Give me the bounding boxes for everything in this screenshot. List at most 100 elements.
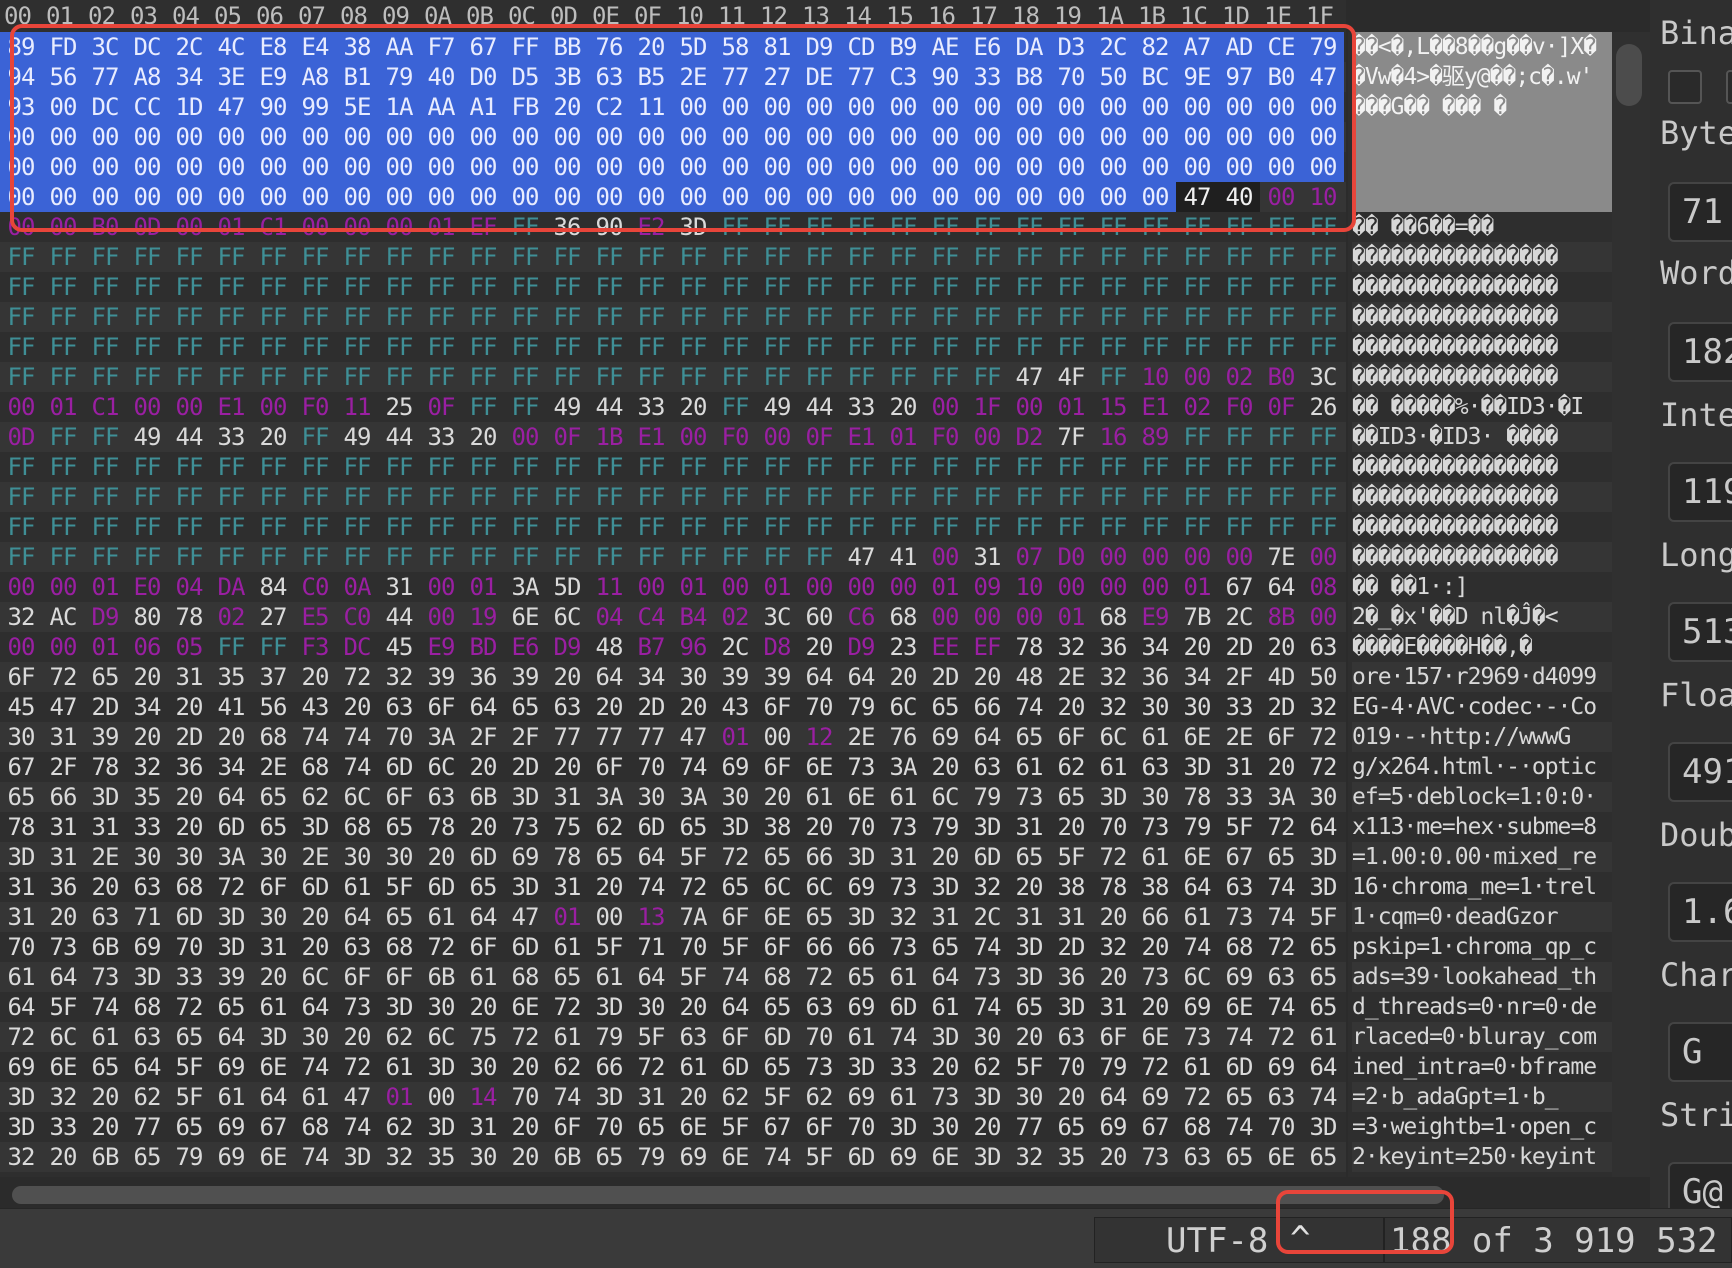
hex-byte[interactable]: 31	[42, 812, 84, 842]
hex-byte[interactable]: FF	[588, 512, 630, 542]
hex-byte[interactable]: FF	[756, 362, 798, 392]
hex-byte[interactable]: 00	[0, 632, 42, 662]
hex-byte[interactable]: A1	[462, 92, 504, 122]
hex-byte[interactable]: 66	[588, 1052, 630, 1082]
hex-byte[interactable]: 6D	[210, 812, 252, 842]
hex-byte[interactable]: FF	[42, 272, 84, 302]
hex-byte[interactable]: 6F	[756, 692, 798, 722]
hex-byte[interactable]: 30	[462, 1142, 504, 1172]
hex-byte[interactable]: 65	[1008, 992, 1050, 1022]
hex-byte[interactable]: 73	[882, 872, 924, 902]
hex-byte[interactable]: 64	[840, 662, 882, 692]
hex-byte[interactable]: 3D	[0, 1112, 42, 1142]
hex-byte[interactable]: FF	[630, 542, 672, 572]
hex-byte[interactable]: 01	[714, 722, 756, 752]
hex-byte[interactable]: F0	[924, 422, 966, 452]
hex-byte[interactable]: FF	[84, 542, 126, 572]
hex-byte[interactable]: 20	[84, 872, 126, 902]
hex-byte[interactable]: 93	[0, 92, 42, 122]
hex-byte[interactable]: FF	[840, 272, 882, 302]
hex-byte[interactable]: 49	[126, 422, 168, 452]
hex-byte[interactable]: FF	[882, 332, 924, 362]
hex-byte[interactable]: 68	[378, 932, 420, 962]
hex-byte[interactable]: 30	[630, 992, 672, 1022]
hex-byte[interactable]: FF	[462, 512, 504, 542]
hex-byte[interactable]: 63	[84, 902, 126, 932]
hex-byte[interactable]: 36	[168, 752, 210, 782]
hex-byte[interactable]: 65	[210, 992, 252, 1022]
hex-byte[interactable]: 63	[1176, 1142, 1218, 1172]
hex-byte[interactable]: 00	[672, 122, 714, 152]
hex-byte[interactable]: 00	[588, 122, 630, 152]
hex-byte[interactable]: 41	[210, 692, 252, 722]
hex-byte[interactable]: 69	[210, 1052, 252, 1082]
hex-byte[interactable]: 30	[252, 842, 294, 872]
hex-byte[interactable]: 3D	[1302, 872, 1344, 902]
hex-byte[interactable]: FF	[336, 362, 378, 392]
hex-byte[interactable]: 01	[672, 572, 714, 602]
hex-byte[interactable]: FF	[966, 452, 1008, 482]
hex-byte[interactable]: C2	[588, 92, 630, 122]
hex-byte[interactable]: 61	[1134, 842, 1176, 872]
vertical-scrollbar-thumb[interactable]	[1616, 44, 1642, 106]
hex-byte[interactable]: 00	[336, 152, 378, 182]
hex-byte[interactable]: FF	[924, 212, 966, 242]
hex-byte[interactable]: FF	[504, 392, 546, 422]
hex-byte[interactable]: 65	[756, 842, 798, 872]
hex-byte[interactable]: 77	[84, 62, 126, 92]
hex-byte[interactable]: 61	[588, 962, 630, 992]
hex-byte[interactable]: FF	[252, 332, 294, 362]
hex-byte[interactable]: 33	[840, 392, 882, 422]
hex-byte[interactable]: 00	[630, 122, 672, 152]
hex-byte[interactable]: 5F	[1218, 812, 1260, 842]
hex-byte[interactable]: 16	[1092, 422, 1134, 452]
hex-byte[interactable]: 00	[966, 92, 1008, 122]
hex-byte[interactable]: 01	[378, 1082, 420, 1112]
hex-byte[interactable]: 36	[42, 872, 84, 902]
hex-byte[interactable]: 31	[0, 872, 42, 902]
hex-byte[interactable]: 73	[1134, 1142, 1176, 1172]
hex-byte[interactable]: 20	[966, 662, 1008, 692]
hex-byte[interactable]: FF	[882, 452, 924, 482]
hex-byte[interactable]: D2	[1008, 422, 1050, 452]
hex-byte[interactable]: 30	[714, 782, 756, 812]
hex-byte[interactable]: 65	[1302, 992, 1344, 1022]
hex-byte[interactable]: 3D	[924, 872, 966, 902]
hex-byte[interactable]: 31	[1008, 902, 1050, 932]
hex-byte[interactable]: 20	[882, 662, 924, 692]
hex-byte[interactable]: 02	[1218, 362, 1260, 392]
hex-byte[interactable]: 74	[1260, 872, 1302, 902]
hex-byte[interactable]: FF	[420, 512, 462, 542]
hex-byte[interactable]: 70	[168, 932, 210, 962]
hex-byte[interactable]: 3A	[672, 782, 714, 812]
hex-byte[interactable]: 3D	[1176, 752, 1218, 782]
hex-byte[interactable]: FF	[126, 272, 168, 302]
hex-byte[interactable]: 6E	[504, 602, 546, 632]
hex-byte[interactable]: 00	[1218, 122, 1260, 152]
hex-byte[interactable]: FF	[84, 422, 126, 452]
hex-byte[interactable]: FF	[714, 392, 756, 422]
hex-byte[interactable]: FF	[1134, 482, 1176, 512]
hex-byte[interactable]: 00	[168, 152, 210, 182]
hex-byte[interactable]: FF	[126, 302, 168, 332]
hex-byte[interactable]: FF	[0, 362, 42, 392]
hex-byte[interactable]: FF	[1260, 452, 1302, 482]
hex-byte[interactable]: FF	[294, 362, 336, 392]
hex-byte[interactable]: 00	[168, 182, 210, 212]
hex-byte[interactable]: 50	[1302, 662, 1344, 692]
hex-byte[interactable]: FF	[1008, 212, 1050, 242]
hex-byte[interactable]: 64	[714, 992, 756, 1022]
hex-byte[interactable]: 65	[84, 1052, 126, 1082]
hex-byte[interactable]: FF	[546, 512, 588, 542]
hex-byte[interactable]: E1	[210, 392, 252, 422]
hex-byte[interactable]: FF	[672, 512, 714, 542]
hex-byte[interactable]: 20	[1260, 752, 1302, 782]
hex-byte[interactable]: 65	[798, 902, 840, 932]
hex-byte[interactable]: 3D	[1092, 782, 1134, 812]
hex-byte[interactable]: 20	[1134, 992, 1176, 1022]
hex-byte[interactable]: 64	[252, 1082, 294, 1112]
hex-byte[interactable]: E9	[420, 632, 462, 662]
hex-byte[interactable]: 00	[1302, 92, 1344, 122]
hex-byte[interactable]: 72	[546, 992, 588, 1022]
hex-byte[interactable]: BC	[1134, 62, 1176, 92]
